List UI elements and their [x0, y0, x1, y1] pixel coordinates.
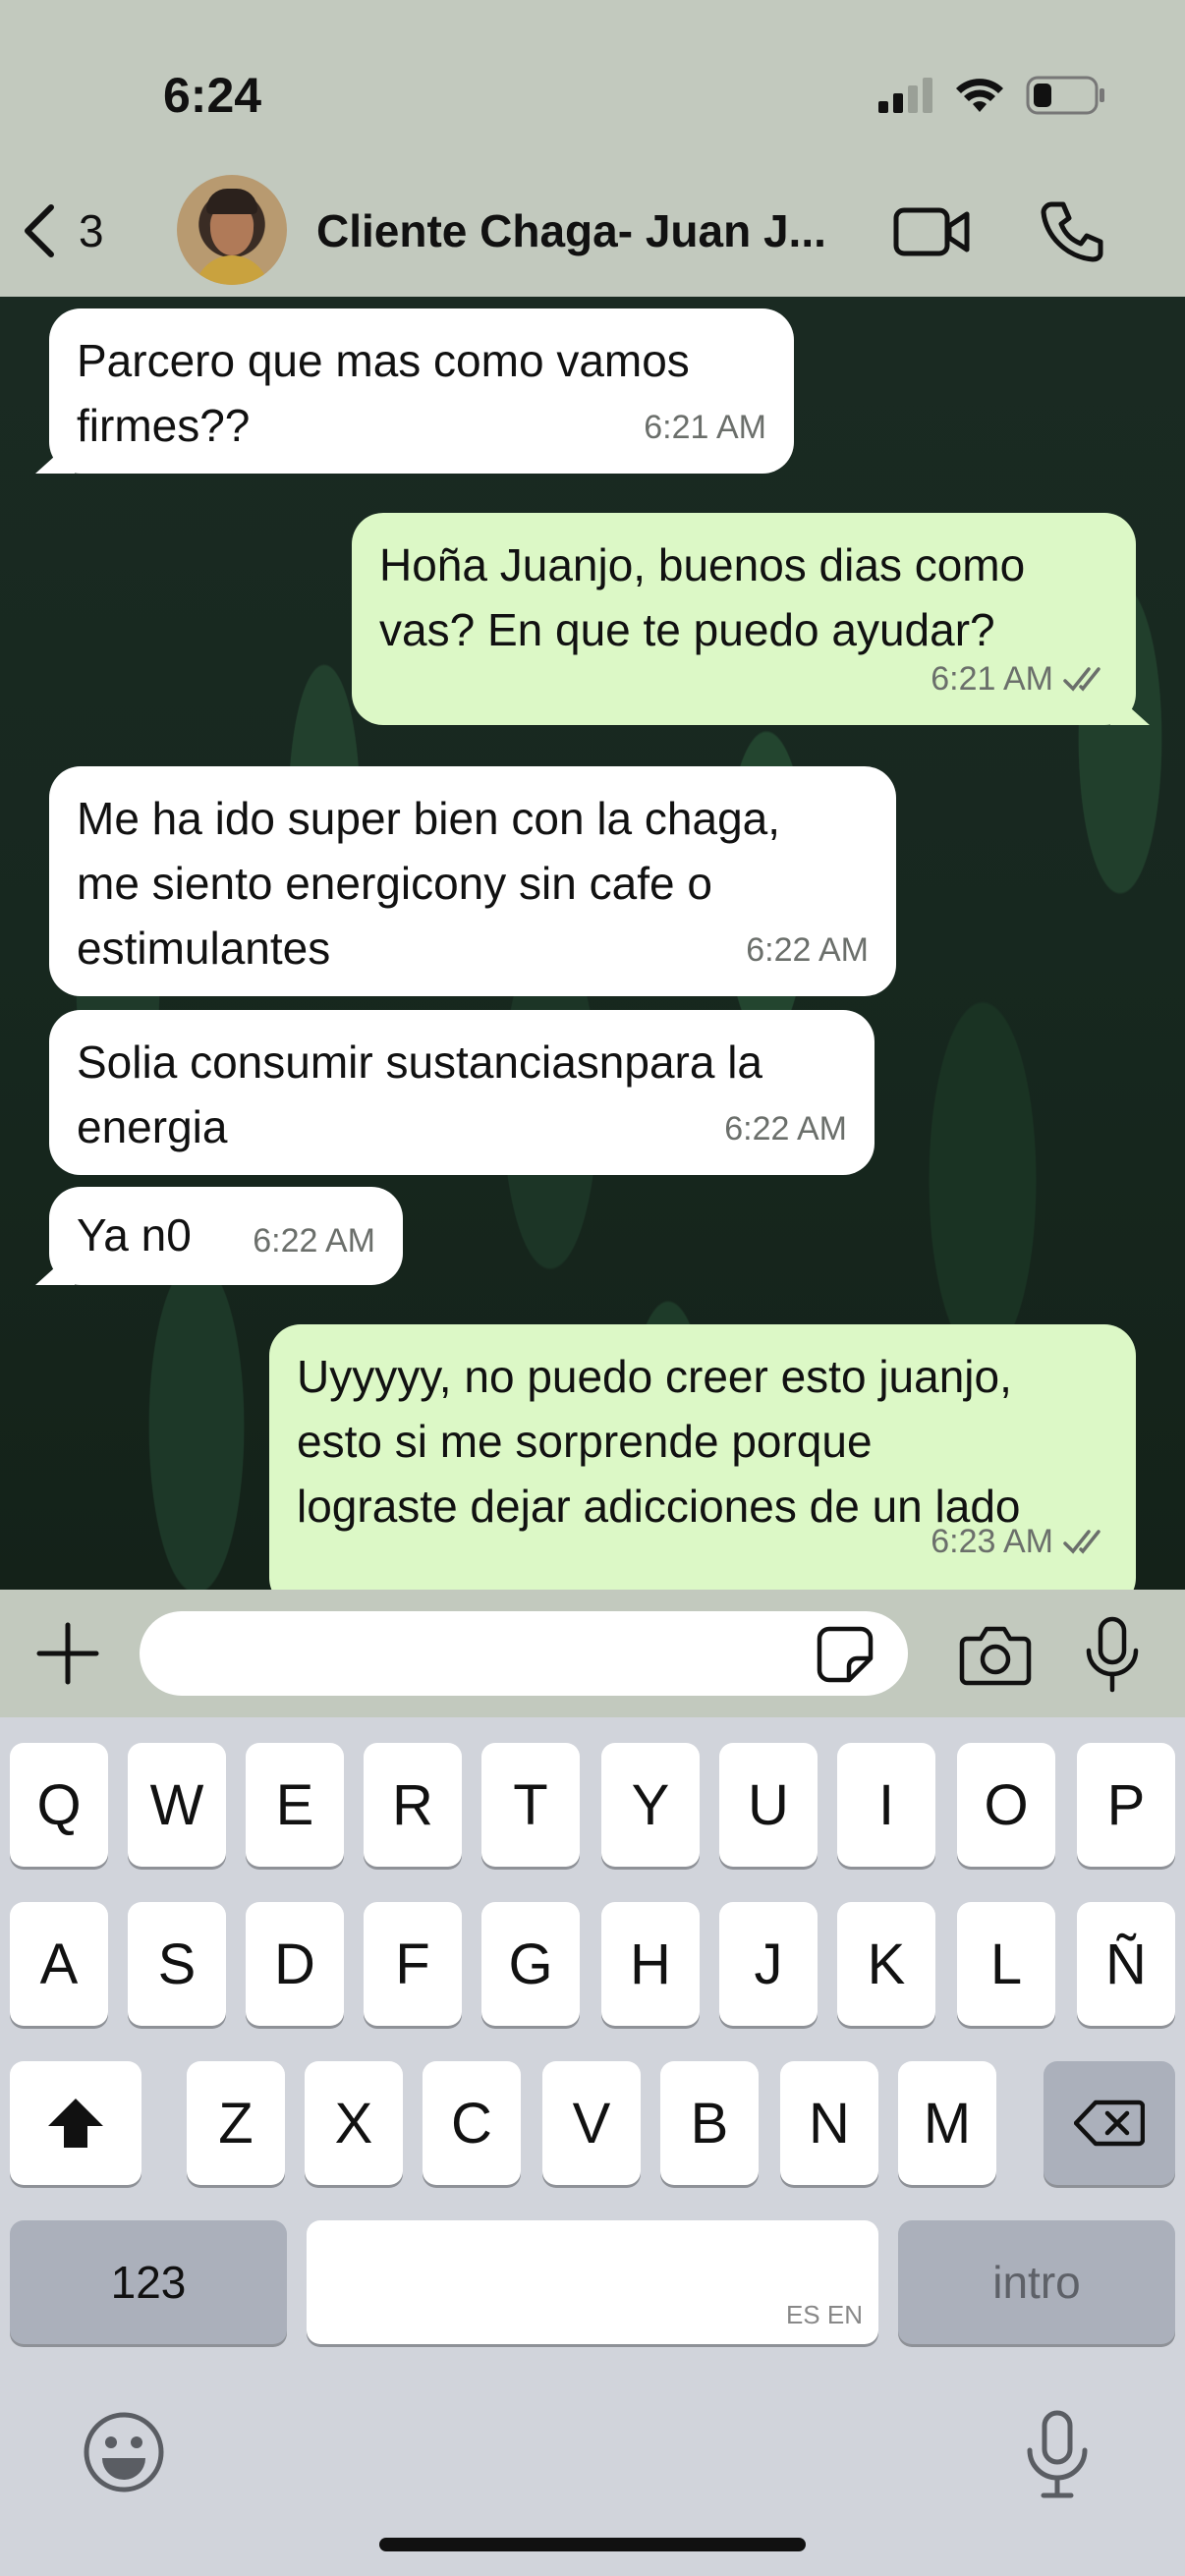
- space-key[interactable]: ES EN: [307, 2220, 878, 2344]
- signal-icon: [878, 78, 932, 113]
- read-ticks-icon: [1063, 1530, 1100, 1554]
- plus-icon: [36, 1622, 99, 1685]
- delete-key[interactable]: [1044, 2061, 1175, 2185]
- camera-icon: [959, 1626, 1032, 1686]
- key-w[interactable]: W: [128, 1743, 226, 1867]
- avatar[interactable]: [177, 175, 287, 285]
- emoji-icon: [84, 2412, 164, 2492]
- video-call-button[interactable]: [892, 202, 971, 261]
- voice-note-button[interactable]: [1081, 1615, 1144, 1694]
- key-m[interactable]: M: [898, 2061, 996, 2185]
- chat-header: 3 Cliente Chaga- Juan J...: [0, 167, 1185, 295]
- contact-name[interactable]: Cliente Chaga- Juan J...: [316, 204, 847, 257]
- unread-count: 3: [79, 205, 104, 256]
- attach-button[interactable]: [33, 1619, 102, 1688]
- dictation-button[interactable]: [1022, 2409, 1093, 2499]
- message-outgoing[interactable]: Hoña Juanjo, buenos dias como vas? En qu…: [352, 513, 1150, 725]
- key-b[interactable]: B: [660, 2061, 759, 2185]
- message-incoming[interactable]: Ya n0 6:22 AM: [35, 1187, 403, 1285]
- key-k[interactable]: K: [837, 1902, 935, 2026]
- message-text: Hoña Juanjo, buenos dias como: [379, 539, 1026, 590]
- key-d[interactable]: D: [246, 1902, 344, 2026]
- composer-bar: [0, 1590, 1185, 1717]
- message-input[interactable]: [140, 1611, 908, 1696]
- status-icons: [878, 71, 1106, 120]
- key-o[interactable]: O: [957, 1743, 1055, 1867]
- chat-area[interactable]: Parcero que mas como vamos firmes?? 6:21…: [0, 297, 1185, 1590]
- key-h[interactable]: H: [601, 1902, 700, 2026]
- message-text: Uyyyyy, no puedo creer esto juanjo,: [297, 1351, 1012, 1402]
- key-y[interactable]: Y: [601, 1743, 700, 1867]
- key-a[interactable]: A: [10, 1902, 108, 2026]
- key-enye[interactable]: Ñ: [1077, 1902, 1175, 2026]
- key-t[interactable]: T: [481, 1743, 580, 1867]
- voice-call-button[interactable]: [1038, 198, 1106, 263]
- message-text: Parcero que mas como vamos: [77, 335, 690, 386]
- back-button[interactable]: 3: [20, 201, 128, 260]
- message-time: 6:21 AM: [931, 660, 1053, 698]
- key-z[interactable]: Z: [187, 2061, 285, 2185]
- message-incoming[interactable]: Solia consumir sustanciasnpara la energi…: [49, 1010, 875, 1175]
- message-incoming[interactable]: Parcero que mas como vamos firmes?? 6:21…: [35, 308, 794, 474]
- message-text: esto si me sorprende porque: [297, 1416, 873, 1467]
- dictation-mic-icon: [1027, 2410, 1088, 2498]
- key-l[interactable]: L: [957, 1902, 1055, 2026]
- key-g[interactable]: G: [481, 1902, 580, 2026]
- phone-icon: [1041, 201, 1103, 262]
- message-text: me siento energicony sin cafe o: [77, 858, 712, 909]
- message-text: Solia consumir sustanciasnpara la: [77, 1036, 763, 1088]
- status-time: 6:24: [163, 68, 262, 123]
- message-incoming[interactable]: Me ha ido super bien con la chaga, me si…: [49, 766, 896, 996]
- home-indicator[interactable]: [379, 2538, 806, 2551]
- message-time: 6:22 AM: [724, 1110, 847, 1148]
- key-j[interactable]: J: [719, 1902, 818, 2026]
- key-x[interactable]: X: [305, 2061, 403, 2185]
- message-text: Me ha ido super bien con la chaga,: [77, 793, 781, 844]
- key-n[interactable]: N: [780, 2061, 878, 2185]
- chevron-left-icon: [25, 204, 54, 257]
- message-time: 6:21 AM: [644, 409, 766, 446]
- top-bar: 6:24 3 Cliente Chaga- Juan J...: [0, 0, 1185, 297]
- key-i[interactable]: I: [837, 1743, 935, 1867]
- wifi-icon: [956, 79, 1003, 112]
- read-ticks-icon: [1063, 667, 1100, 692]
- sticker-button[interactable]: [816, 1625, 875, 1684]
- battery-icon: [1026, 76, 1104, 115]
- shift-icon: [48, 2099, 103, 2148]
- key-q[interactable]: Q: [10, 1743, 108, 1867]
- key-u[interactable]: U: [719, 1743, 818, 1867]
- delete-icon: [1074, 2100, 1145, 2147]
- key-p[interactable]: P: [1077, 1743, 1175, 1867]
- key-e[interactable]: E: [246, 1743, 344, 1867]
- camera-button[interactable]: [959, 1623, 1032, 1686]
- message-time: 6:23 AM: [931, 1523, 1053, 1560]
- return-key[interactable]: intro: [898, 2220, 1175, 2344]
- message-outgoing[interactable]: Uyyyyy, no puedo creer esto juanjo, esto…: [269, 1324, 1136, 1590]
- emoji-button[interactable]: [81, 2409, 167, 2495]
- key-f[interactable]: F: [364, 1902, 462, 2026]
- shift-key[interactable]: [10, 2061, 141, 2185]
- key-s[interactable]: S: [128, 1902, 226, 2026]
- numbers-key[interactable]: 123: [10, 2220, 287, 2344]
- sticker-icon: [817, 1626, 874, 1683]
- language-hint: ES EN: [785, 2300, 863, 2329]
- key-c[interactable]: C: [423, 2061, 521, 2185]
- message-time: 6:22 AM: [253, 1222, 375, 1260]
- key-v[interactable]: V: [542, 2061, 641, 2185]
- key-r[interactable]: R: [364, 1743, 462, 1867]
- video-camera-icon: [893, 207, 970, 256]
- keyboard: Q W E R T Y U I O P A S D F G H J K L Ñ …: [0, 1717, 1185, 2576]
- message-time: 6:22 AM: [746, 931, 869, 969]
- microphone-icon: [1086, 1616, 1139, 1693]
